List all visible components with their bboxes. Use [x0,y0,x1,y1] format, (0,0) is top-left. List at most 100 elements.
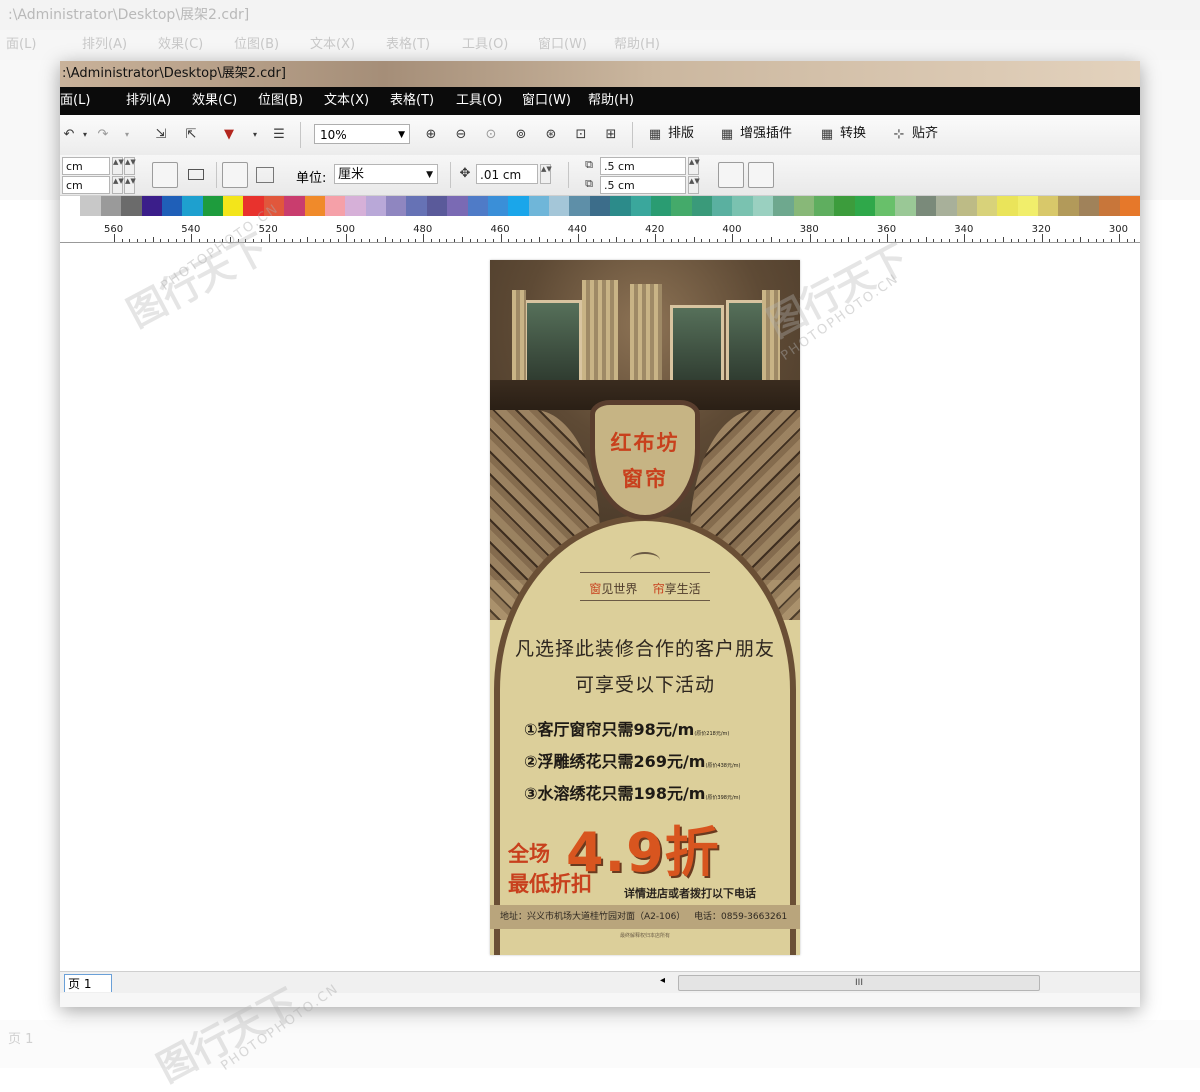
layout-icon[interactable]: ▦ [646,126,664,144]
undo-dropdown-icon[interactable]: ▾ [76,126,94,144]
zoom-height-icon[interactable]: ⊞ [602,126,620,144]
color-swatch[interactable] [956,196,977,216]
duplicate-distance-x-input[interactable]: .5 cm [600,157,686,175]
page-width-unit[interactable]: cm [62,157,110,175]
color-swatch[interactable] [549,196,570,216]
zoom-level-select[interactable]: 10% ▼ [314,124,410,144]
color-swatch[interactable] [365,196,386,216]
color-swatch[interactable] [793,196,814,216]
color-swatch[interactable] [284,196,305,216]
page-tab[interactable]: 页 1 [64,974,112,992]
color-swatch[interactable] [875,196,896,216]
zoom-page-icon[interactable]: ⊛ [542,126,560,144]
color-swatch[interactable] [426,196,448,216]
application-launcher-icon[interactable]: ☰ [270,126,288,144]
page-height-unit[interactable]: cm [62,176,110,194]
snap-icon[interactable]: ⊹ [890,126,908,144]
current-page-icon[interactable] [256,167,274,183]
height-spinner-icon[interactable]: ▲▼ [124,176,136,194]
color-swatch[interactable] [997,196,1018,216]
color-swatch[interactable] [1017,196,1038,216]
duplicate-distance-y-input[interactable]: .5 cm [600,176,686,194]
landscape-icon[interactable] [188,169,204,180]
layout-button[interactable]: 排版 [668,124,694,144]
all-pages-icon[interactable] [222,162,248,188]
width-spinner-icon[interactable]: ▲▼ [112,157,124,175]
color-swatch[interactable] [141,196,162,216]
color-swatch[interactable] [121,196,142,216]
menu-item-main-8[interactable]: 帮助(H) [588,87,634,115]
color-swatch[interactable] [324,196,346,216]
color-swatch[interactable] [223,196,244,216]
menu-item-main-6[interactable]: 工具(O) [456,87,502,115]
color-swatch[interactable] [508,196,529,216]
nudge-distance-input[interactable]: .01 cm [476,164,538,184]
color-swatch[interactable] [671,196,692,216]
color-swatch[interactable] [589,196,611,216]
color-swatch[interactable] [1078,196,1100,216]
color-swatch[interactable] [467,196,488,216]
units-select[interactable]: 厘米 ▼ [334,164,438,184]
color-swatch[interactable] [773,196,794,216]
color-swatch[interactable] [60,196,81,216]
color-swatch[interactable] [854,196,875,216]
color-swatch[interactable] [834,196,855,216]
zoom-in-icon[interactable]: ⊕ [422,126,440,144]
drawing-canvas[interactable]: 红布坊 窗帘 窗见世界 帘享生活 凡选择此装修合作的客户朋友 可享受以下活动 ①… [60,243,1140,971]
convert-icon[interactable]: ▦ [818,126,836,144]
color-swatch[interactable] [732,196,753,216]
convert-button[interactable]: 转换 [840,124,866,144]
menu-item-main-3[interactable]: 位图(B) [258,87,303,115]
color-swatch[interactable] [406,196,427,216]
color-swatch[interactable] [712,196,733,216]
scroll-left-icon[interactable]: ◂ [660,975,665,986]
horizontal-scrollbar[interactable]: III [678,975,1040,991]
color-swatch[interactable] [650,196,672,216]
snap-button[interactable]: 贴齐 [912,124,938,144]
publish-icon[interactable]: ▼ [220,126,238,144]
zoom-selected-icon[interactable]: ⊙ [482,126,500,144]
height-spinner-icon[interactable]: ▲▼ [112,176,124,194]
color-swatch[interactable] [80,196,101,216]
color-swatch[interactable] [345,196,366,216]
zoom-width-icon[interactable]: ⊡ [572,126,590,144]
color-swatch[interactable] [202,196,223,216]
color-swatch[interactable] [528,196,549,216]
zoom-out-icon[interactable]: ⊖ [452,126,470,144]
color-swatch[interactable] [487,196,509,216]
color-swatch[interactable] [386,196,407,216]
color-swatch[interactable] [1099,196,1120,216]
import-icon[interactable]: ⇲ [152,126,170,144]
menu-item-main-5[interactable]: 表格(T) [390,87,434,115]
color-swatch[interactable] [100,196,122,216]
redo-icon[interactable]: ↷ [94,126,112,144]
plugin-icon[interactable]: ▦ [718,126,736,144]
menu-item-main-2[interactable]: 效果(C) [192,87,237,115]
zoom-all-objects-icon[interactable]: ⊚ [512,126,530,144]
duplicate-x-spinner-icon[interactable]: ▲▼ [688,157,700,175]
publish-dropdown-icon[interactable]: ▾ [246,126,264,144]
color-swatch[interactable] [1119,196,1140,216]
width-spinner-icon[interactable]: ▲▼ [124,157,136,175]
menu-item-main-0[interactable]: 面(L) [60,87,90,115]
color-swatch[interactable] [752,196,774,216]
duplicate-y-spinner-icon[interactable]: ▲▼ [688,176,700,194]
color-swatch[interactable] [630,196,651,216]
enhanced-plugins-button[interactable]: 增强插件 [740,124,792,144]
color-swatch[interactable] [936,196,957,216]
menu-item-main-7[interactable]: 窗口(W) [522,87,571,115]
color-swatch[interactable] [304,196,325,216]
color-swatch[interactable] [161,196,183,216]
color-swatch[interactable] [1058,196,1079,216]
color-swatch[interactable] [976,196,998,216]
portrait-icon[interactable] [152,162,178,188]
color-swatch[interactable] [895,196,916,216]
color-swatch[interactable] [182,196,203,216]
menu-item-main-1[interactable]: 排列(A) [126,87,171,115]
poster-artwork[interactable]: 红布坊 窗帘 窗见世界 帘享生活 凡选择此装修合作的客户朋友 可享受以下活动 ①… [490,260,800,955]
color-swatch[interactable] [447,196,468,216]
transform-icon[interactable] [748,162,774,188]
treat-as-filled-icon[interactable] [718,162,744,188]
menu-item-main-4[interactable]: 文本(X) [324,87,369,115]
color-swatch[interactable] [813,196,835,216]
